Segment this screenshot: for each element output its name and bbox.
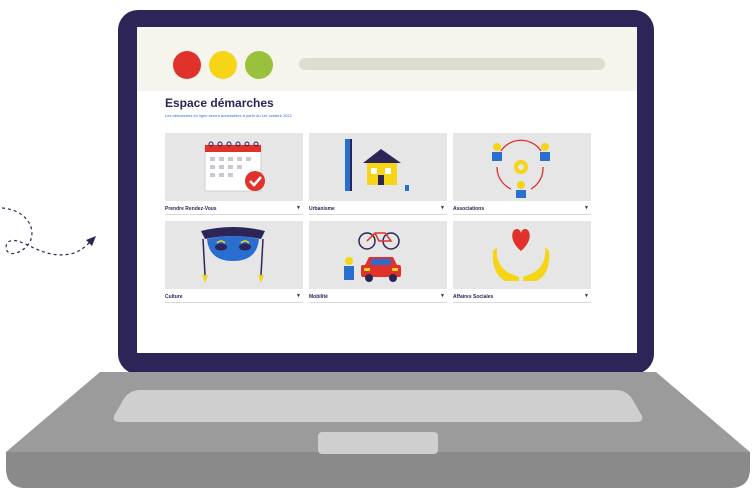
house-blueprint-icon [345,139,409,191]
minimize-window-button[interactable] [209,51,237,79]
laptop-base [6,372,750,488]
laptop-screen: Espace démarches Les démarches en ligne … [137,27,637,353]
close-window-button[interactable] [173,51,201,79]
card-affaires-sociales[interactable]: Affaires Sociales ▼ [453,221,591,307]
page-subtitle: Les démarches en ligne seront accessible… [165,113,292,118]
theatre-mask-icon [201,227,265,283]
card-label: Culture [165,294,183,300]
card-culture[interactable]: Culture ▼ [165,221,303,307]
people-gear-icon [492,139,550,198]
heart-hands-icon [492,229,550,281]
card-label: Affaires Sociales [453,294,494,300]
chevron-down-icon[interactable]: ▼ [296,205,301,211]
card-prendre-rendez-vous[interactable]: Prendre Rendez-Vous ▼ [165,133,303,219]
divider [165,214,303,215]
card-label: Mobilité [309,294,328,300]
card-label: Urbanisme [309,206,335,212]
maximize-window-button[interactable] [245,51,273,79]
bike-car-icon [344,232,401,282]
chevron-down-icon[interactable]: ▼ [584,205,589,211]
divider [309,302,447,303]
card-urbanisme[interactable]: Urbanisme ▼ [309,133,447,219]
card-label: Associations [453,206,485,212]
chevron-down-icon[interactable]: ▼ [440,293,445,299]
card-label: Prendre Rendez-Vous [165,206,217,212]
chevron-down-icon[interactable]: ▼ [296,293,301,299]
chevron-down-icon[interactable]: ▼ [584,293,589,299]
page-title: Espace démarches [165,96,274,110]
chevron-down-icon[interactable]: ▼ [440,205,445,211]
card-associations[interactable]: Associations ▼ [453,133,591,219]
divider [453,302,591,303]
touchpad[interactable] [318,432,438,454]
dashed-arrow-icon [1,207,96,256]
calendar-check-icon [204,141,265,192]
browser-toolbar [137,27,637,91]
address-bar[interactable] [299,58,605,70]
divider [453,214,591,215]
card-mobilite[interactable]: Mobilité ▼ [309,221,447,307]
divider [165,302,303,303]
divider [309,214,447,215]
